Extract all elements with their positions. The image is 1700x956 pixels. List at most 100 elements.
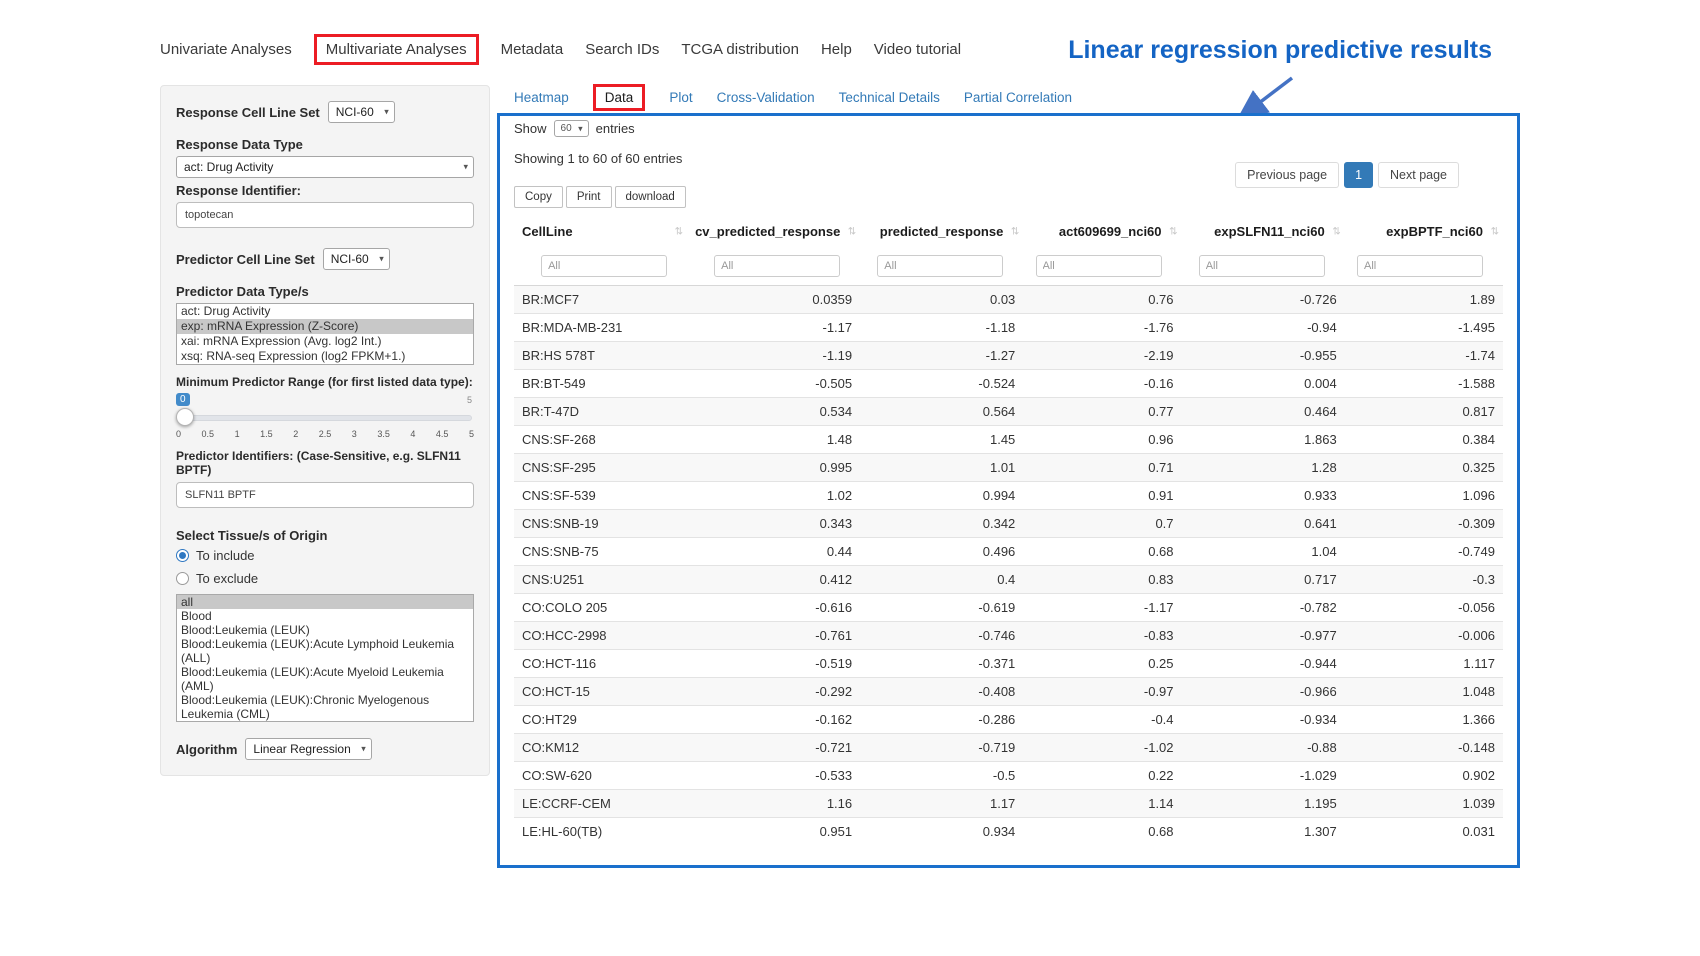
table-row[interactable]: CNS:U2510.4120.40.830.717-0.3 [514,566,1503,594]
table-row[interactable]: CO:HT29-0.162-0.286-0.4-0.9341.366 [514,706,1503,734]
predictor-data-type-option[interactable]: xsq: RNA-seq Expression (log2 FPKM+1.) [177,349,473,364]
value-cell: 0.817 [1345,398,1503,426]
value-cell: -0.749 [1345,538,1503,566]
nav-item-multivariate-analyses[interactable]: Multivariate Analyses [314,34,479,65]
value-cell: 0.464 [1182,398,1345,426]
column-filter-input[interactable] [877,255,1003,277]
value-cell: -0.719 [860,734,1023,762]
table-row[interactable]: CNS:SNB-190.3430.3420.70.641-0.309 [514,510,1503,538]
slider-handle[interactable] [176,408,194,426]
tab-plot[interactable]: Plot [669,90,692,105]
nav-item-univariate-analyses[interactable]: Univariate Analyses [160,41,292,58]
table-row[interactable]: CNS:SF-5391.020.9940.910.9331.096 [514,482,1503,510]
table-row[interactable]: BR:MCF70.03590.030.76-0.7261.89 [514,286,1503,314]
nav-item-tcga-distribution[interactable]: TCGA distribution [681,41,799,58]
tissue-origin-list[interactable]: allBloodBlood:Leukemia (LEUK)Blood:Leuke… [176,594,474,722]
sort-icon[interactable]: ⇅ [1332,226,1340,237]
value-cell: -0.162 [687,706,860,734]
predictor-data-type-option[interactable]: act: Drug Activity [177,304,473,319]
value-cell: 1.039 [1345,790,1503,818]
min-predictor-range-slider[interactable]: 0 5 00.511.522.533.544.55 [176,393,474,441]
table-row[interactable]: CO:KM12-0.721-0.719-1.02-0.88-0.148 [514,734,1503,762]
nav-item-help[interactable]: Help [821,41,852,58]
dt-buttons: CopyPrintdownload [514,186,1503,208]
value-cell: 1.89 [1345,286,1503,314]
algorithm-select[interactable]: Linear Regression ▾ [245,738,371,760]
table-row[interactable]: CO:HCT-15-0.292-0.408-0.97-0.9661.048 [514,678,1503,706]
sort-icon[interactable]: ⇅ [1011,226,1019,237]
column-label: expBPTF_nci60 [1386,224,1483,239]
tissue-option[interactable]: Blood [177,609,473,623]
tab-partial-correlation[interactable]: Partial Correlation [964,90,1072,105]
sort-icon[interactable]: ⇅ [675,226,683,237]
column-header-cellline[interactable]: CellLine⇅ [514,216,687,247]
nav-item-search-ids[interactable]: Search IDs [585,41,659,58]
value-cell: 1.117 [1345,650,1503,678]
tab-cross-validation[interactable]: Cross-Validation [717,90,815,105]
table-row[interactable]: CNS:SF-2681.481.450.961.8630.384 [514,426,1503,454]
tissue-option[interactable]: Blood:Leukemia (LEUK):Acute Myeloid Leuk… [177,665,473,693]
entries-count-select[interactable]: 60 ▾ [554,120,589,137]
tissue-option[interactable]: Blood:Leukemia (LEUK):Acute Lymphoid Leu… [177,637,473,665]
sort-icon[interactable]: ⇅ [1169,226,1177,237]
prev-page-button[interactable]: Previous page [1235,162,1339,188]
sort-icon[interactable]: ⇅ [1491,226,1499,237]
column-header-cv-predicted-response[interactable]: cv_predicted_response⇅ [687,216,860,247]
value-cell: 0.496 [860,538,1023,566]
tab-technical-details[interactable]: Technical Details [839,90,940,105]
table-row[interactable]: BR:T-47D0.5340.5640.770.4640.817 [514,398,1503,426]
table-row[interactable]: LE:CCRF-CEM1.161.171.141.1951.039 [514,790,1503,818]
response-cell-line-set-select[interactable]: NCI-60 ▾ [328,101,395,123]
response-identifier-label: Response Identifier: [176,183,474,198]
table-row[interactable]: LE:HL-60(TB)0.9510.9340.681.3070.031 [514,818,1503,846]
column-filter-input[interactable] [1357,255,1483,277]
predictor-identifiers-input[interactable] [176,482,474,508]
tissue-include-radio[interactable]: To include [176,548,474,563]
column-filter-input[interactable] [541,255,667,277]
tissue-option[interactable]: Blood:Leukemia (LEUK) [177,623,473,637]
table-row[interactable]: CO:HCT-116-0.519-0.3710.25-0.9441.117 [514,650,1503,678]
page-1-button[interactable]: 1 [1344,162,1373,188]
tissue-option[interactable]: all [177,595,473,609]
column-header-expbptf-nci60[interactable]: expBPTF_nci60 ⇅ [1345,216,1503,247]
table-row[interactable]: CO:SW-620-0.533-0.50.22-1.0290.902 [514,762,1503,790]
value-cell: 1.863 [1182,426,1345,454]
chevron-down-icon: ▾ [463,162,468,173]
value-cell: 0.83 [1023,566,1181,594]
tissue-exclude-radio[interactable]: To exclude [176,571,474,586]
download-button[interactable]: download [615,186,686,208]
table-row[interactable]: CNS:SNB-750.440.4960.681.04-0.749 [514,538,1503,566]
print-button[interactable]: Print [566,186,612,208]
table-row[interactable]: CO:COLO 205-0.616-0.619-1.17-0.782-0.056 [514,594,1503,622]
value-cell: 0.91 [1023,482,1181,510]
value-cell: 0.77 [1023,398,1181,426]
copy-button[interactable]: Copy [514,186,563,208]
table-row[interactable]: BR:HS 578T-1.19-1.27-2.19-0.955-1.74 [514,342,1503,370]
tab-heatmap[interactable]: Heatmap [514,90,569,105]
column-header-act609699-nci60[interactable]: act609699_nci60⇅ [1023,216,1181,247]
table-row[interactable]: BR:BT-549-0.505-0.524-0.160.004-1.588 [514,370,1503,398]
column-header-expslfn11-nci60[interactable]: expSLFN11_nci60⇅ [1182,216,1345,247]
predictor-cell-line-set-select[interactable]: NCI-60 ▾ [323,248,390,270]
next-page-button[interactable]: Next page [1378,162,1459,188]
chevron-down-icon: ▾ [384,107,389,118]
sort-icon[interactable]: ⇅ [848,226,856,237]
value-cell: 0.68 [1023,818,1181,846]
predictor-data-type-option[interactable]: exp: mRNA Expression (Z-Score) [177,319,473,334]
slider-track[interactable] [178,415,472,421]
table-row[interactable]: CO:HCC-2998-0.761-0.746-0.83-0.977-0.006 [514,622,1503,650]
predictor-data-type-list[interactable]: act: Drug Activityexp: mRNA Expression (… [176,303,474,365]
column-filter-input[interactable] [1036,255,1162,277]
predictor-data-type-option[interactable]: xai: mRNA Expression (Avg. log2 Int.) [177,334,473,349]
column-filter-input[interactable] [714,255,840,277]
nav-item-metadata[interactable]: Metadata [501,41,564,58]
table-row[interactable]: BR:MDA-MB-231-1.17-1.18-1.76-0.94-1.495 [514,314,1503,342]
tab-data[interactable]: Data [593,84,646,111]
response-data-type-select[interactable]: act: Drug Activity ▾ [176,156,474,178]
response-identifier-input[interactable] [176,202,474,228]
tissue-option[interactable]: Blood:Leukemia (LEUK):Chronic Myelogenou… [177,693,473,721]
column-filter-input[interactable] [1199,255,1325,277]
column-header-predicted-response[interactable]: predicted_response⇅ [860,216,1023,247]
nav-item-video-tutorial[interactable]: Video tutorial [874,41,961,58]
table-row[interactable]: CNS:SF-2950.9951.010.711.280.325 [514,454,1503,482]
